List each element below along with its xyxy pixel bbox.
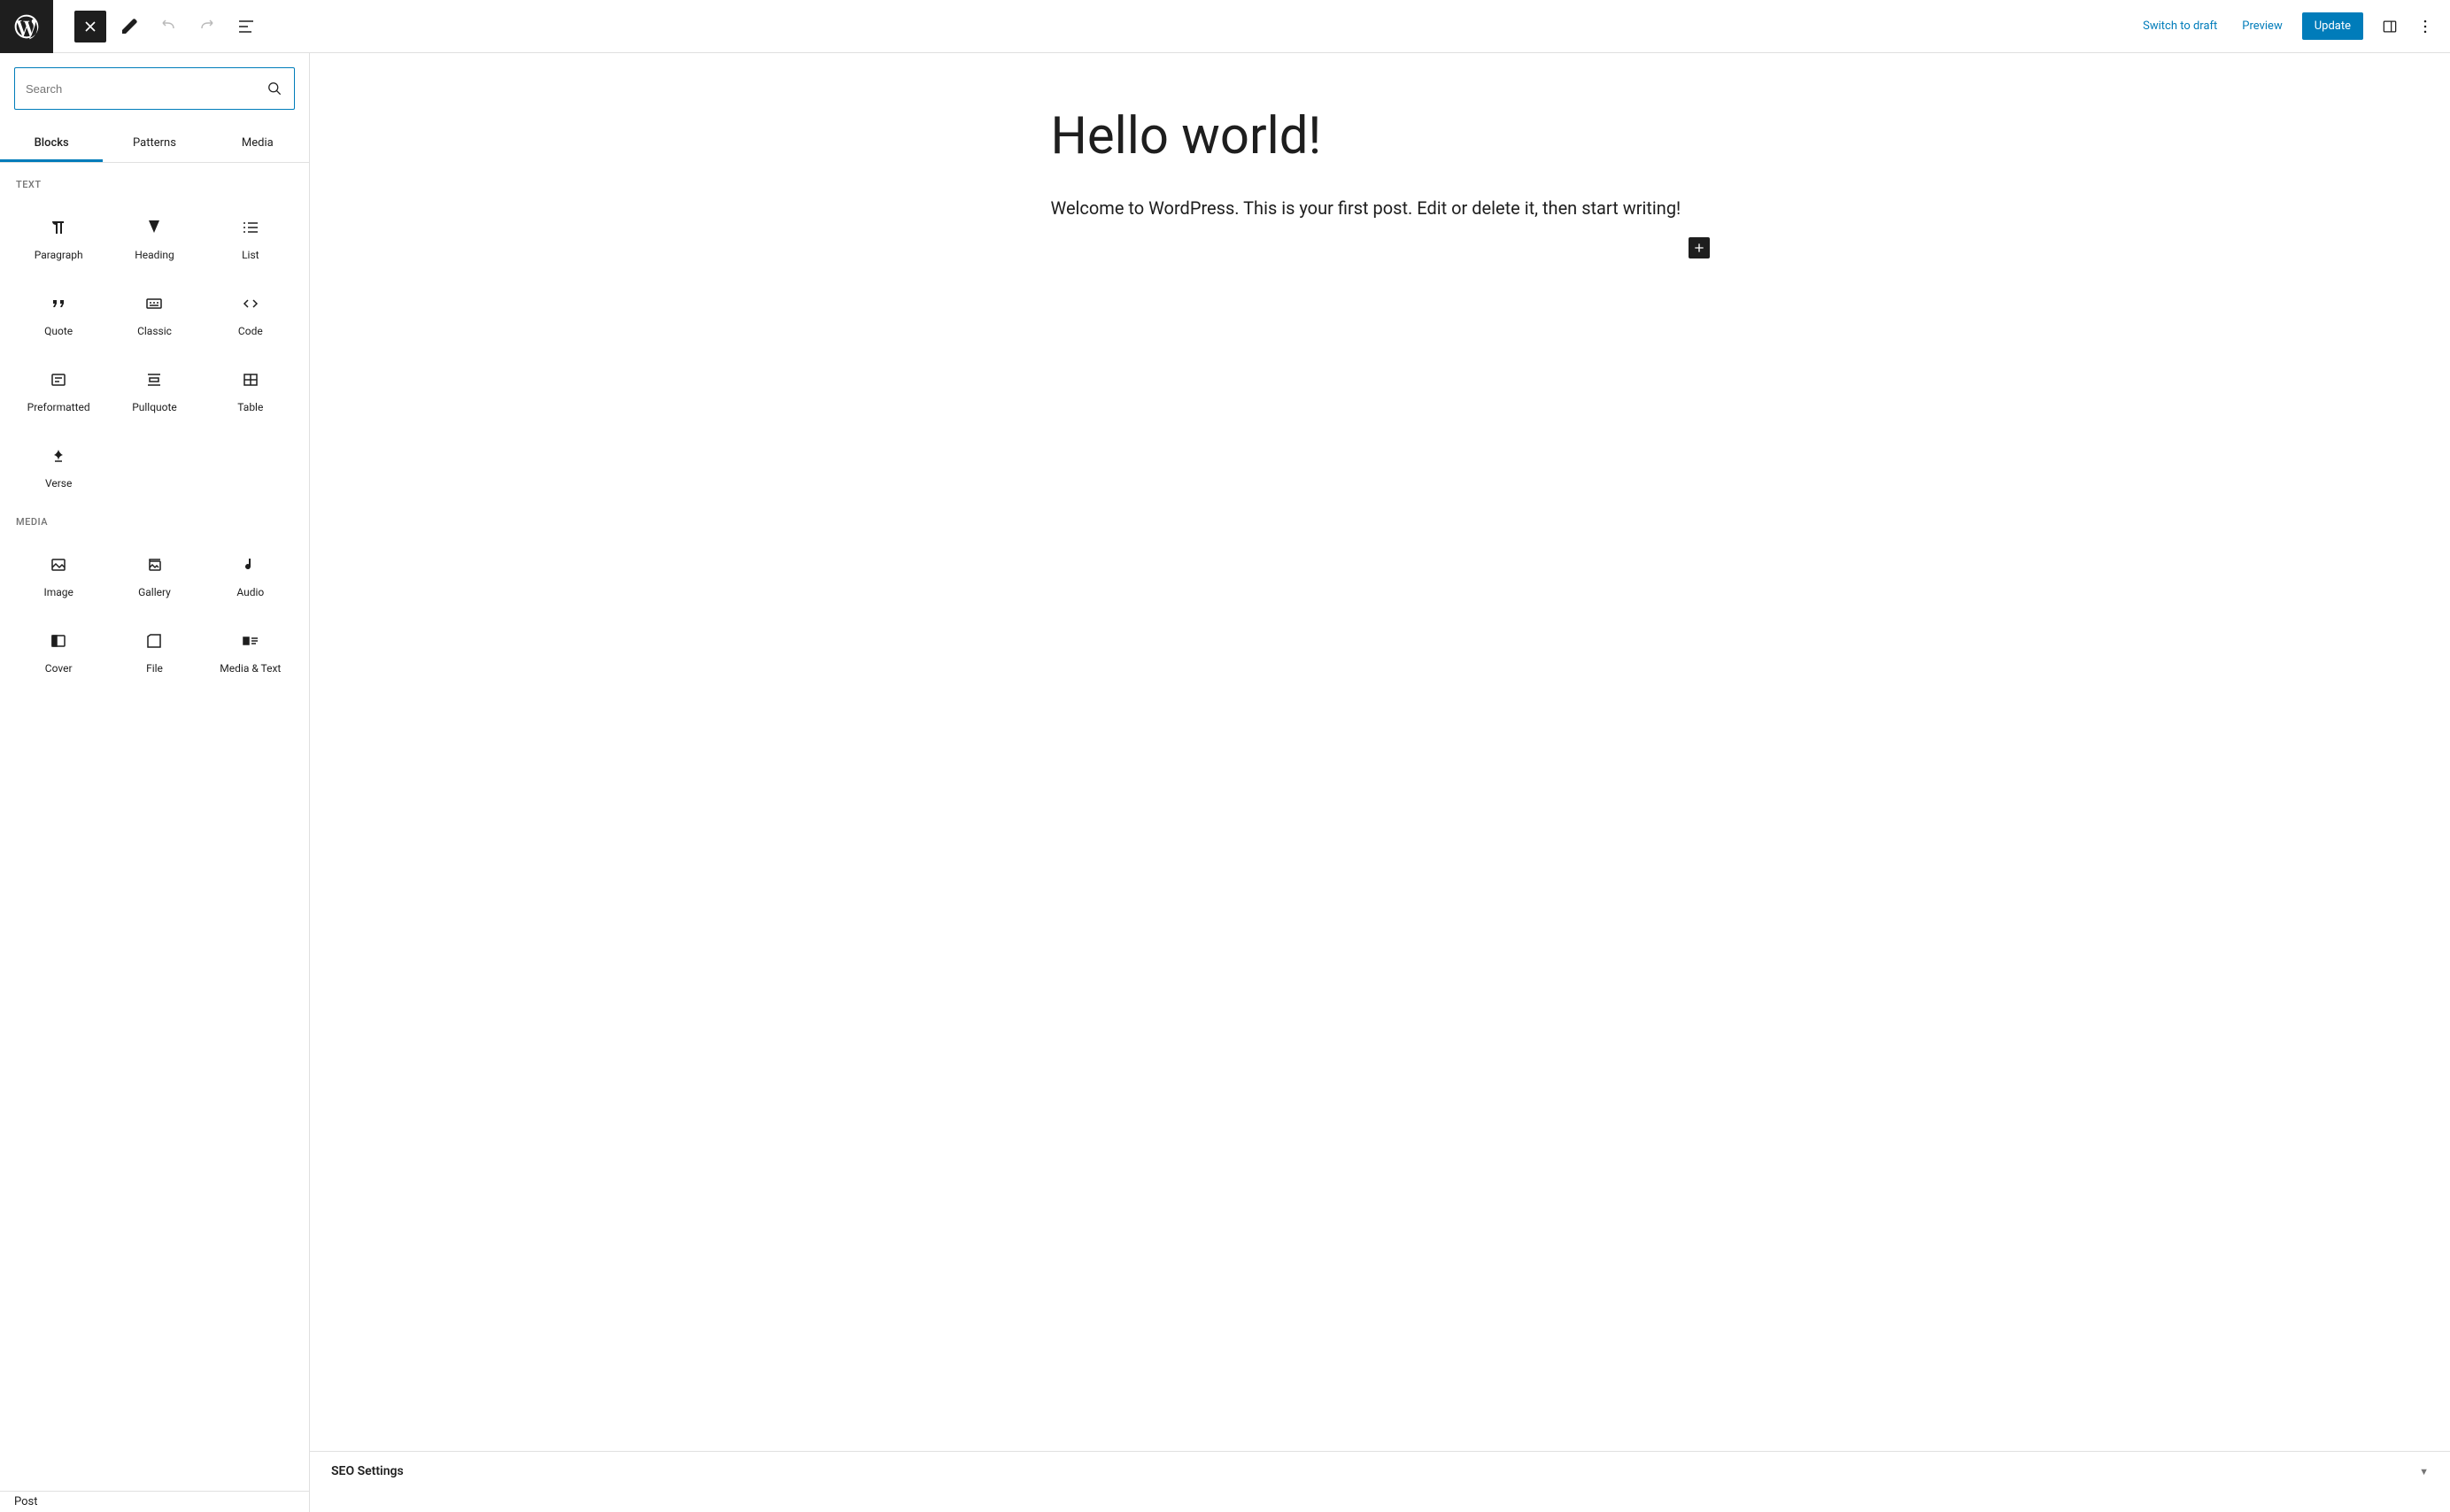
block-classic[interactable]: Classic [110,279,198,348]
block-label: Table [237,401,263,413]
image-icon [48,554,69,575]
block-label: Media & Text [220,662,281,675]
table-icon [240,369,261,390]
block-list[interactable]: TEXT Paragraph Heading List Quote [0,163,309,1512]
block-file[interactable]: File [110,616,198,685]
block-label: Quote [44,325,73,337]
block-label: Image [43,586,73,598]
undo-icon [158,16,179,37]
classic-icon [143,293,165,314]
block-preformatted[interactable]: Preformatted [14,355,103,424]
block-cover[interactable]: Cover [14,616,103,685]
block-table[interactable]: Table [206,355,295,424]
tab-media[interactable]: Media [206,124,309,162]
redo-button[interactable] [191,11,223,42]
switch-to-draft-button[interactable]: Switch to draft [2130,12,2230,40]
close-inserter-button[interactable] [74,11,106,42]
category-text: TEXT [16,179,295,190]
wordpress-logo[interactable] [0,0,53,53]
post-body[interactable]: Welcome to WordPress. This is your first… [1051,193,1710,223]
chevron-down-icon: ▼ [2419,1466,2429,1477]
tools-button[interactable] [113,11,145,42]
block-label: List [242,249,259,261]
block-label: Audio [236,586,264,598]
block-image[interactable]: Image [14,540,103,609]
block-media-text[interactable]: Media & Text [206,616,295,685]
block-paragraph[interactable]: Paragraph [14,203,103,272]
preformatted-icon [48,369,69,390]
block-label: Gallery [138,586,171,598]
block-pullquote[interactable]: Pullquote [110,355,198,424]
code-icon [240,293,261,314]
seo-settings-title: SEO Settings [331,1464,404,1478]
undo-button[interactable] [152,11,184,42]
redo-icon [197,16,218,37]
top-toolbar: Switch to draft Preview Update [0,0,2450,53]
sidebar-icon [2381,18,2399,35]
editor-canvas: Hello world! Welcome to WordPress. This … [310,53,2450,1512]
settings-sidebar-toggle[interactable] [2374,11,2406,42]
breadcrumb[interactable]: Post [0,1491,309,1512]
heading-icon [143,217,165,238]
block-label: Code [238,325,263,337]
block-inserter-panel: Blocks Patterns Media TEXT Paragraph Hea… [0,53,310,1512]
block-heading[interactable]: Heading [110,203,198,272]
audio-icon [240,554,261,575]
pullquote-icon [143,369,165,390]
search-input[interactable] [26,82,266,96]
block-label: Paragraph [35,249,83,261]
block-label: Cover [45,662,73,675]
category-media: MEDIA [16,516,295,528]
block-label: Classic [137,325,172,337]
inserter-tabs: Blocks Patterns Media [0,124,309,163]
file-icon [143,630,165,652]
seo-settings-panel[interactable]: SEO Settings ▼ [310,1451,2450,1491]
wordpress-icon [12,12,41,41]
block-label: Heading [135,249,174,261]
verse-icon [48,445,69,467]
preview-button[interactable]: Preview [2230,12,2294,40]
quote-icon [48,293,69,314]
add-block-button[interactable] [1689,237,1710,258]
search-box [14,67,295,110]
block-label: Verse [45,477,72,490]
options-button[interactable] [2409,11,2441,42]
block-audio[interactable]: Audio [206,540,295,609]
pencil-icon [119,16,140,37]
block-label: File [146,662,163,675]
block-gallery[interactable]: Gallery [110,540,198,609]
post-title[interactable]: Hello world! [1051,106,1710,168]
tab-blocks[interactable]: Blocks [0,124,103,162]
block-label: Pullquote [132,401,177,413]
block-list[interactable]: List [206,203,295,272]
plus-icon [1692,241,1706,255]
block-code[interactable]: Code [206,279,295,348]
close-icon [81,18,99,35]
more-vertical-icon [2416,18,2434,35]
tab-patterns[interactable]: Patterns [103,124,205,162]
block-label: Preformatted [27,401,90,413]
search-icon [266,80,283,97]
block-quote[interactable]: Quote [14,279,103,348]
cover-icon [48,630,69,652]
block-verse[interactable]: Verse [14,431,103,500]
list-view-icon [236,16,257,37]
document-overview-button[interactable] [230,11,262,42]
paragraph-icon [48,217,69,238]
gallery-icon [143,554,165,575]
media-text-icon [240,630,261,652]
update-button[interactable]: Update [2302,12,2363,40]
list-icon [240,217,261,238]
